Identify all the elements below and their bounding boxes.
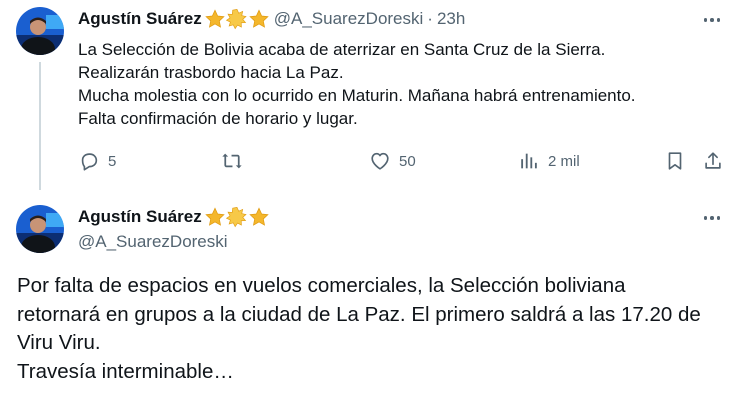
parent-tweet-text: La Selección de Bolivia acaba de aterriz… [78, 38, 728, 130]
star-badge-icon [205, 9, 225, 28]
action-bar: 5 50 2 mil [78, 150, 728, 176]
star-badge-icon [205, 207, 225, 226]
author-handle[interactable]: @A_SuarezDoreski [78, 232, 228, 252]
views-button[interactable]: 2 mil [518, 150, 580, 172]
avatar[interactable] [16, 7, 64, 55]
author-name[interactable]: Agustín Suárez [78, 9, 202, 29]
reply-button[interactable]: 5 [78, 150, 116, 172]
avatar[interactable] [16, 205, 64, 253]
main-tweet-header: Agustín Suárez [78, 206, 270, 228]
retweet-icon [222, 153, 242, 169]
tweet-line: Viru Viru. [17, 331, 101, 354]
star-badges [204, 206, 270, 228]
star-badge-icon [225, 9, 247, 30]
more-icon[interactable] [700, 10, 724, 30]
tweet-line: retornará en grupos a la ciudad de La Pa… [17, 302, 701, 326]
views-count: 2 mil [548, 152, 580, 170]
author-handle[interactable]: @A_SuarezDoreski [274, 9, 424, 29]
separator-dot: · [427, 9, 433, 28]
main-tweet-text: Por falta de espacios en vuelos comercia… [17, 272, 729, 386]
star-badge-icon [249, 207, 269, 226]
views-icon [521, 153, 537, 169]
tweet-line: Por falta de espacios en vuelos comercia… [17, 274, 626, 297]
star-badge-icon [249, 9, 269, 28]
star-badges [204, 8, 270, 30]
bookmark-icon [668, 152, 682, 170]
parent-tweet-header: Agustín Suárez @A_SuarezDoreski · 23h [78, 8, 465, 30]
reply-icon [81, 153, 98, 171]
star-badge-icon [225, 207, 247, 228]
retweet-button[interactable] [221, 150, 251, 172]
share-icon [705, 152, 721, 169]
like-button[interactable]: 50 [369, 150, 416, 172]
tweet-line: Realizarán trasbordo hacia La Paz. [78, 63, 344, 82]
more-icon[interactable] [700, 208, 724, 228]
thread-line [39, 62, 41, 190]
tweet-line: Falta confirmación de horario y lugar. [78, 109, 358, 128]
share-button[interactable] [702, 150, 724, 172]
tweet-line: La Selección de Bolivia acaba de aterriz… [78, 40, 606, 59]
author-name[interactable]: Agustín Suárez [78, 207, 202, 227]
like-icon [371, 152, 389, 170]
tweet-line: Travesía interminable… [17, 359, 234, 383]
timestamp[interactable]: 23h [437, 9, 465, 29]
reply-count: 5 [108, 152, 117, 170]
tweet-line: Mucha molestia con lo ocurrido en Maturi… [78, 86, 636, 105]
bookmark-button[interactable] [664, 150, 686, 172]
like-count: 50 [399, 152, 416, 170]
